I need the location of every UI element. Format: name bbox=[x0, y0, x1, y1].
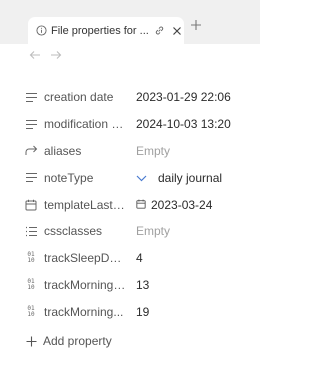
property-key[interactable]: creation date bbox=[44, 90, 128, 104]
property-row-track-morning-energy: 01 10 trackMorningE... 13 bbox=[0, 272, 260, 299]
property-value[interactable]: 13 bbox=[136, 278, 149, 292]
property-key[interactable]: aliases bbox=[44, 144, 128, 158]
arrow-left-icon bbox=[29, 47, 41, 65]
add-property-label: Add property bbox=[43, 334, 112, 348]
property-value: 2023-03-24 bbox=[151, 197, 213, 212]
arrow-right-icon bbox=[50, 47, 62, 65]
number-icon[interactable]: 01 10 bbox=[24, 278, 38, 292]
property-value[interactable]: Empty bbox=[136, 144, 170, 158]
property-row-creation-date: creation date 2023-01-29 22:06 bbox=[0, 84, 260, 111]
add-property-button[interactable]: Add property bbox=[24, 332, 112, 350]
property-key[interactable]: cssclasses bbox=[44, 224, 128, 238]
info-icon bbox=[36, 25, 47, 36]
property-key[interactable]: trackMorning... bbox=[44, 305, 128, 319]
property-row-modification-date: modification d... 2024-10-03 13:20 bbox=[0, 111, 260, 138]
new-tab-button[interactable] bbox=[188, 19, 204, 35]
close-icon[interactable] bbox=[172, 26, 182, 36]
tab-title: File properties for ... bbox=[51, 24, 149, 37]
properties-list: creation date 2023-01-29 22:06 modificat… bbox=[0, 84, 260, 325]
property-row-notetype: noteType daily journal bbox=[0, 164, 260, 191]
property-key[interactable]: noteType bbox=[44, 171, 128, 185]
property-key[interactable]: modification d... bbox=[44, 117, 128, 131]
property-value-dropdown[interactable]: daily journal bbox=[136, 171, 222, 185]
calendar-icon bbox=[136, 198, 146, 212]
property-value[interactable]: 2023-01-29 22:06 bbox=[136, 90, 231, 104]
property-value[interactable]: Empty bbox=[136, 224, 170, 238]
navigation-bar bbox=[0, 44, 260, 70]
property-value[interactable]: 2024-10-03 13:20 bbox=[136, 117, 231, 131]
alias-arrow-icon[interactable] bbox=[24, 144, 38, 158]
number-icon[interactable]: 01 10 bbox=[24, 305, 38, 319]
plus-icon bbox=[190, 18, 202, 36]
property-key[interactable]: trackSleepDur... bbox=[44, 251, 128, 265]
chevron-down-icon bbox=[136, 171, 147, 185]
property-value-date[interactable]: 2023-03-24 bbox=[136, 198, 212, 212]
property-row-track-sleep-duration: 01 10 trackSleepDur... 4 bbox=[0, 245, 260, 272]
property-row-aliases: aliases Empty bbox=[0, 138, 260, 165]
link-icon[interactable] bbox=[154, 25, 165, 36]
property-value[interactable]: 19 bbox=[136, 305, 149, 319]
text-lines-icon[interactable] bbox=[24, 117, 38, 131]
forward-button[interactable] bbox=[48, 49, 64, 63]
list-icon[interactable] bbox=[24, 224, 38, 238]
property-key[interactable]: trackMorningE... bbox=[44, 278, 128, 292]
back-button[interactable] bbox=[27, 49, 43, 63]
property-value[interactable]: 4 bbox=[136, 251, 143, 265]
tab-file-properties[interactable]: File properties for ... bbox=[28, 17, 184, 44]
calendar-icon[interactable] bbox=[24, 198, 38, 212]
property-row-template-last-used: templateLastU... 2023-03-24 bbox=[0, 191, 260, 218]
number-icon[interactable]: 01 10 bbox=[24, 251, 38, 265]
plus-icon bbox=[24, 334, 38, 348]
property-row-cssclasses: cssclasses Empty bbox=[0, 218, 260, 245]
property-value: daily journal bbox=[158, 170, 223, 185]
text-lines-icon[interactable] bbox=[24, 90, 38, 104]
text-lines-icon[interactable] bbox=[24, 171, 38, 185]
property-key[interactable]: templateLastU... bbox=[44, 198, 128, 212]
property-row-track-morning: 01 10 trackMorning... 19 bbox=[0, 298, 260, 325]
tab-bar: File properties for ... bbox=[0, 0, 260, 44]
